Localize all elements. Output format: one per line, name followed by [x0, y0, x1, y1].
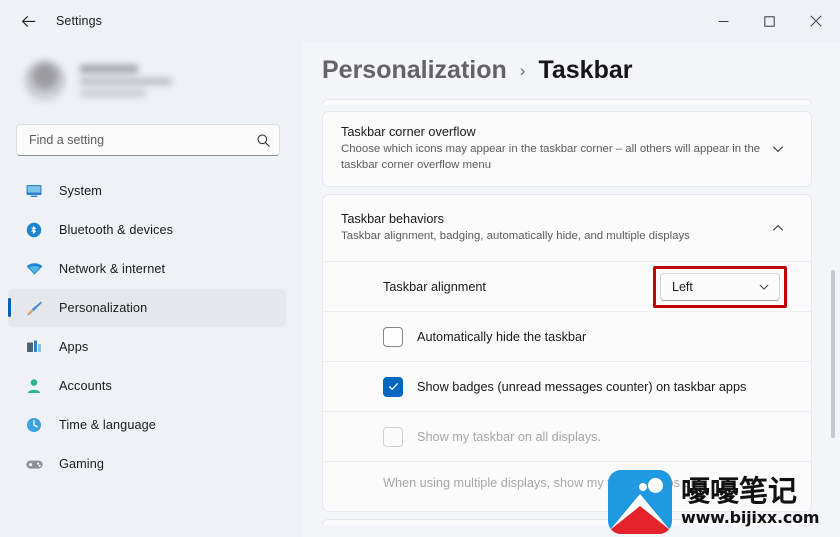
card-taskbar-corner-overflow: Taskbar corner overflow Choose which ico…: [322, 111, 812, 188]
apps-icon: [24, 337, 44, 357]
card-header-behaviors[interactable]: Taskbar behaviors Taskbar alignment, bad…: [323, 195, 811, 261]
scrollbar-thumb[interactable]: [831, 269, 835, 438]
content-scrollbar[interactable]: [829, 42, 837, 537]
avatar: [24, 60, 66, 102]
row-label: Show my taskbar on all displays.: [417, 429, 602, 444]
sidebar-item-gaming[interactable]: Gaming: [8, 445, 286, 483]
row-taskbar-alignment: Taskbar alignment Left: [323, 261, 811, 311]
monitor-icon: [24, 181, 44, 201]
logo-dot-small: [639, 482, 647, 491]
sidebar-item-label: Personalization: [59, 301, 148, 315]
breadcrumb-parent[interactable]: Personalization: [322, 56, 507, 85]
sidebar-item-label: Time & language: [59, 418, 156, 432]
row-auto-hide-taskbar[interactable]: Automatically hide the taskbar: [323, 311, 811, 361]
sidebar-item-personalization[interactable]: Personalization: [8, 289, 286, 327]
sidebar-item-label: Bluetooth & devices: [59, 223, 174, 237]
profile-name-redacted: [80, 65, 138, 73]
account-icon: [24, 376, 44, 396]
minimize-button[interactable]: [700, 0, 746, 42]
sidebar-item-time-language[interactable]: Time & language: [8, 406, 286, 444]
sidebar-nav: System Bluetooth & devices Network & int…: [0, 172, 302, 483]
window-title: Settings: [56, 14, 102, 28]
card-header-corner-overflow[interactable]: Taskbar corner overflow Choose which ico…: [323, 112, 811, 186]
sidebar: System Bluetooth & devices: [0, 42, 302, 537]
card-title: Taskbar behaviors: [341, 212, 444, 227]
taskbar-alignment-highlight-wrap: Left: [653, 265, 787, 308]
checkbox-auto-hide-taskbar[interactable]: [383, 326, 403, 347]
sidebar-item-label: Gaming: [59, 457, 105, 471]
sidebar-item-apps[interactable]: Apps: [8, 328, 286, 366]
chevron-down-icon[interactable]: [763, 142, 793, 156]
watermark-brand: 嚘嚘笔记: [681, 474, 798, 509]
check-icon: [388, 383, 398, 391]
dropdown-value: Left: [672, 279, 693, 294]
search-box[interactable]: [16, 124, 280, 156]
watermark-text: 嚘嚘笔记 www.bijixx.com: [681, 474, 820, 527]
row-label: Show badges (unread messages counter) on…: [417, 379, 747, 394]
gamepad-icon: [24, 454, 44, 474]
back-arrow-icon: [21, 15, 35, 27]
chevron-up-icon[interactable]: [763, 221, 793, 235]
card-title: Taskbar corner overflow: [341, 125, 476, 139]
row-label: Taskbar alignment: [383, 279, 486, 294]
sidebar-item-label: Accounts: [59, 379, 112, 393]
minimize-icon: [718, 20, 728, 22]
clock-icon: [24, 415, 44, 435]
content-area: Personalization › Taskbar Taskbar corner…: [302, 42, 840, 537]
card-subtitle: Taskbar alignment, badging, automaticall…: [341, 230, 690, 243]
taskbar-alignment-dropdown[interactable]: Left: [660, 272, 780, 301]
sidebar-item-label: Apps: [59, 340, 89, 354]
window-controls: [700, 0, 840, 42]
page-title: Taskbar: [538, 56, 633, 84]
card-above-partial: [322, 99, 812, 105]
user-profile[interactable]: [0, 44, 302, 110]
window-body: System Bluetooth & devices: [0, 42, 840, 537]
row-label: Automatically hide the taskbar: [417, 329, 587, 344]
sidebar-item-accounts[interactable]: Accounts: [8, 367, 286, 405]
back-button[interactable]: [10, 5, 46, 37]
logo-red-peak: [608, 505, 672, 534]
breadcrumb-separator: ›: [519, 61, 526, 80]
card-taskbar-behaviors: Taskbar behaviors Taskbar alignment, bad…: [322, 194, 812, 513]
maximize-icon: [763, 15, 775, 27]
settings-window: Settings Find a setting System Bluetooth…: [0, 0, 840, 537]
profile-email-redacted: [80, 78, 172, 85]
maximize-button[interactable]: [746, 0, 792, 42]
row-show-taskbar-all-displays: Show my taskbar on all displays.: [323, 411, 811, 461]
logo-dot-large: [648, 477, 663, 493]
watermark-url: www.bijixx.com: [681, 507, 820, 527]
sidebar-item-bluetooth-devices[interactable]: Bluetooth & devices: [8, 211, 286, 249]
profile-text-redacted: [80, 65, 172, 97]
breadcrumb: Personalization › Taskbar: [302, 42, 840, 99]
sidebar-item-label: Network & internet: [59, 262, 166, 276]
profile-email-redacted-2: [80, 90, 146, 97]
chevron-down-icon: [758, 281, 770, 293]
search-input[interactable]: [29, 133, 256, 147]
paintbrush-icon: [24, 298, 44, 318]
sidebar-item-label: System: [59, 184, 102, 198]
wifi-icon: [24, 259, 44, 279]
title-bar: Settings: [0, 0, 840, 42]
checkbox-show-taskbar-all-displays: [383, 426, 403, 447]
close-button[interactable]: [792, 0, 840, 42]
sidebar-item-network-internet[interactable]: Network & internet: [8, 250, 286, 288]
search-icon: [256, 133, 271, 148]
bluetooth-icon: [24, 220, 44, 240]
row-show-badges[interactable]: Show badges (unread messages counter) on…: [323, 361, 811, 411]
checkbox-show-badges[interactable]: [383, 376, 403, 397]
watermark-overlay: 嚘嚘笔记 www.bijixx.com: [608, 466, 840, 537]
close-icon: [810, 15, 822, 27]
sidebar-item-system[interactable]: System: [8, 172, 286, 210]
card-subtitle: Choose which icons may appear in the tas…: [341, 143, 761, 171]
mountain-logo-icon: [608, 469, 672, 534]
